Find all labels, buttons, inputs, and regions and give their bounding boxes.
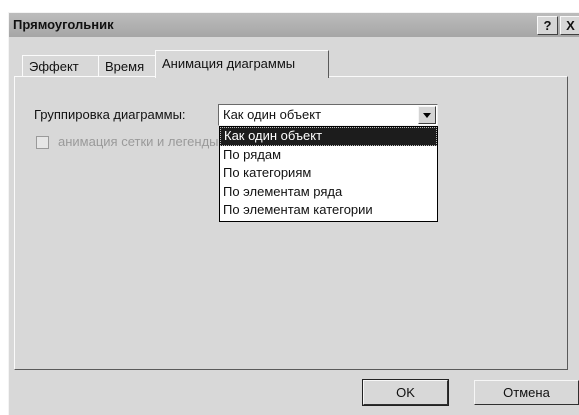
ok-button[interactable]: OK (362, 379, 449, 406)
tab-timing[interactable]: Время (98, 55, 157, 77)
list-item[interactable]: По элементам категории (220, 201, 437, 220)
tab-effect[interactable]: Эффект (22, 55, 106, 77)
list-item[interactable]: По рядам (220, 146, 437, 165)
list-item[interactable]: По элементам ряда (220, 183, 437, 202)
tab-chart-animation[interactable]: Анимация диаграммы (155, 50, 329, 78)
title-bar[interactable]: Прямоугольник ? X (9, 13, 579, 37)
grouping-select[interactable]: Как один объект (218, 104, 438, 126)
list-item[interactable]: Как один объект (220, 127, 437, 146)
list-item[interactable]: По категориям (220, 164, 437, 183)
dialog-title: Прямоугольник (13, 17, 114, 32)
animate-grid-legend-label: анимация сетки и легенды (58, 134, 219, 149)
chevron-down-icon (423, 112, 431, 118)
grouping-label: Группировка диаграммы: (34, 107, 186, 122)
dropdown-arrow-button[interactable] (418, 106, 436, 124)
help-button[interactable]: ? (537, 16, 558, 35)
grouping-dropdown-list: Как один объект По рядам По категориям П… (219, 126, 438, 222)
cancel-button[interactable]: Отмена (474, 380, 579, 405)
grouping-selected-value: Как один объект (223, 107, 322, 122)
close-button[interactable]: X (560, 16, 579, 35)
animate-grid-legend-checkbox[interactable] (36, 136, 49, 149)
